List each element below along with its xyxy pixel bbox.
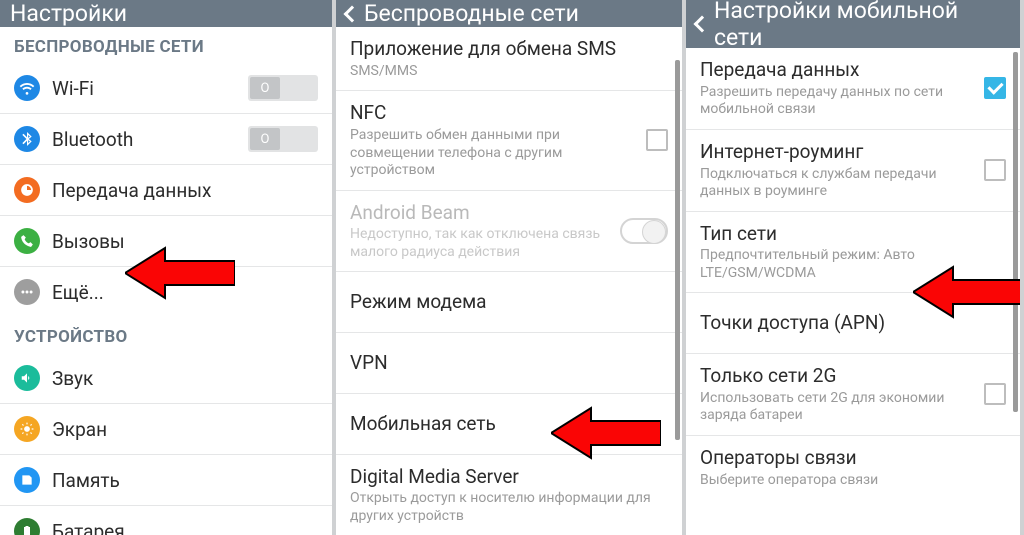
screen-label: Экран [52, 418, 107, 441]
item-sms-app[interactable]: Приложение для обмена SMS SMS/MMS [336, 27, 682, 91]
roaming-title: Интернет-роуминг [700, 140, 976, 164]
bluetooth-icon [14, 126, 40, 152]
phone-icon [14, 228, 40, 254]
settings-panel: Настройки БЕСПРОВОДНЫЕ СЕТИ Wi-Fi O Blue… [0, 0, 336, 535]
data-checkbox[interactable] [984, 77, 1006, 99]
mobile-network-panel: Настройки мобильной сети Передача данных… [686, 0, 1024, 535]
header-title: Настройки мобильной сети [714, 0, 1010, 51]
header-title: Настройки [10, 0, 127, 27]
operators-title: Операторы связи [700, 446, 998, 470]
only2g-title: Только сети 2G [700, 364, 976, 388]
item-bluetooth[interactable]: Bluetooth O [0, 114, 332, 165]
item-calls[interactable]: Вызовы [0, 216, 332, 267]
wireless-list: Wi-Fi O Bluetooth O Передача данных [0, 63, 332, 317]
vpn-title: VPN [350, 351, 660, 375]
scrollbar[interactable] [1013, 52, 1018, 412]
wifi-toggle[interactable]: O [248, 75, 318, 101]
header-title: Беспроводные сети [364, 0, 579, 27]
data-usage-icon [14, 177, 40, 203]
item-operators[interactable]: Операторы связи Выберите оператора связи [686, 436, 1020, 499]
roaming-sub: Подключаться к службам передачи данных в… [700, 166, 976, 201]
bluetooth-label: Bluetooth [52, 128, 133, 151]
header-wireless[interactable]: Беспроводные сети [336, 0, 682, 27]
back-icon [694, 16, 711, 33]
item-network-type[interactable]: Тип сети Предпочтительный режим: Авто LT… [686, 212, 1020, 294]
dms-title: Digital Media Server [350, 465, 660, 489]
storage-icon [14, 467, 40, 493]
device-list: Звук Экран Память Батарея [0, 353, 332, 535]
wireless-panel: Беспроводные сети Приложение для обмена … [336, 0, 686, 535]
battery-label: Батарея [52, 520, 125, 535]
sms-title: Приложение для обмена SMS [350, 37, 660, 61]
item-data-transfer[interactable]: Передача данных Разрешить передачу данны… [686, 48, 1020, 130]
data-title: Передача данных [700, 58, 976, 82]
bluetooth-toggle[interactable]: O [248, 126, 318, 152]
item-dms[interactable]: Digital Media Server Открыть доступ к но… [336, 455, 682, 535]
mobile-title: Мобильная сеть [350, 412, 660, 436]
dms-sub: Открыть доступ к носителю информации для… [350, 490, 660, 525]
item-nfc[interactable]: NFC Разрешить обмен данными при совмещен… [336, 91, 682, 190]
tether-title: Режим модема [350, 290, 660, 314]
roaming-checkbox[interactable] [984, 159, 1006, 181]
beam-switch [620, 218, 668, 244]
header-mobile[interactable]: Настройки мобильной сети [686, 0, 1020, 48]
item-android-beam: Android Beam Недоступно, так как отключе… [336, 191, 682, 273]
data-usage-label: Передача данных [52, 179, 211, 202]
item-sound[interactable]: Звук [0, 353, 332, 404]
item-data-usage[interactable]: Передача данных [0, 165, 332, 216]
item-apn[interactable]: Точки доступа (APN) [686, 293, 1020, 354]
beam-sub: Недоступно, так как отключена связь мало… [350, 226, 612, 261]
scrollbar[interactable] [675, 60, 680, 440]
header-settings: Настройки [0, 0, 332, 27]
item-roaming[interactable]: Интернет-роуминг Подключаться к службам … [686, 130, 1020, 212]
wifi-icon [14, 75, 40, 101]
nettype-sub: Предпочтительный режим: Авто LTE/GSM/WCD… [700, 247, 998, 282]
wifi-label: Wi-Fi [52, 77, 94, 100]
nfc-checkbox[interactable] [646, 129, 668, 151]
more-label: Ещё... [52, 281, 104, 304]
item-only-2g[interactable]: Только сети 2G Использовать сети 2G для … [686, 354, 1020, 436]
calls-label: Вызовы [52, 230, 125, 253]
item-battery[interactable]: Батарея [0, 506, 332, 535]
section-wireless: БЕСПРОВОДНЫЕ СЕТИ [0, 27, 332, 63]
item-screen[interactable]: Экран [0, 404, 332, 455]
nfc-title: NFC [350, 101, 638, 125]
brightness-icon [14, 416, 40, 442]
back-icon [344, 5, 361, 22]
sound-icon [14, 365, 40, 391]
item-tethering[interactable]: Режим модема [336, 272, 682, 333]
nfc-sub: Разрешить обмен данными при совмещении т… [350, 127, 638, 180]
item-more[interactable]: Ещё... [0, 267, 332, 317]
section-device: УСТРОЙСТВО [0, 317, 332, 353]
apn-title: Точки доступа (APN) [700, 311, 998, 335]
only2g-sub: Использовать сети 2G для экономии заряда… [700, 390, 976, 425]
operators-sub: Выберите оператора связи [700, 472, 998, 490]
item-mobile-network[interactable]: Мобильная сеть [336, 394, 682, 455]
toggle-knob: O [250, 128, 280, 150]
item-memory[interactable]: Память [0, 455, 332, 506]
only2g-checkbox[interactable] [984, 383, 1006, 405]
toggle-knob: O [250, 77, 280, 99]
sound-label: Звук [52, 367, 93, 390]
item-wifi[interactable]: Wi-Fi O [0, 63, 332, 114]
more-icon [14, 279, 40, 305]
battery-icon [14, 518, 40, 535]
memory-label: Память [52, 469, 120, 492]
sms-sub: SMS/MMS [350, 63, 660, 81]
beam-title: Android Beam [350, 201, 612, 225]
item-vpn[interactable]: VPN [336, 333, 682, 394]
data-sub: Разрешить передачу данных по сети мобиль… [700, 84, 976, 119]
nettype-title: Тип сети [700, 222, 998, 246]
